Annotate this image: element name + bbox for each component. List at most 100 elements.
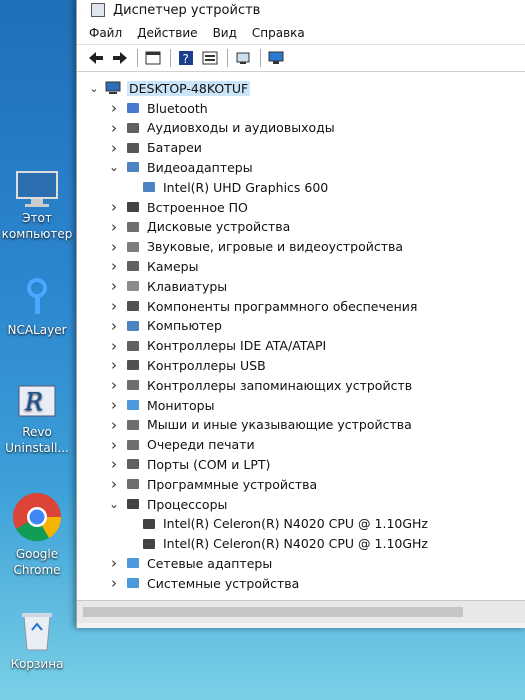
tree-item-label: Камеры [147,258,199,274]
chevron-down-icon[interactable]: ⌄ [107,497,121,511]
software-device-icon [125,477,141,491]
tree-item-label: Компоненты программного обеспечения [147,298,418,314]
desktop-icon-label: Корзина [10,657,64,671]
chevron-right-icon[interactable]: › [107,396,121,414]
tree-item-label: Звуковые, игровые и видеоустройства [147,239,404,255]
tree-category-item[interactable]: › Компоненты программного обеспечения [107,296,417,316]
tree-item-label: Очереди печати [147,437,255,453]
tree-category-item[interactable]: › Очереди печати [107,435,255,455]
usb-icon [125,358,141,372]
title-bar[interactable]: Диспетчер устройств [77,0,525,22]
desktop-icon-this-pc[interactable]: Этот компьютер [0,170,74,242]
chevron-right-icon[interactable]: › [107,356,121,374]
chevron-right-icon[interactable]: › [107,455,121,473]
chevron-right-icon[interactable]: › [107,317,121,335]
chevron-right-icon[interactable]: › [107,337,121,355]
tree-category-item[interactable]: › Контроллеры IDE ATA/ATAPI [107,336,326,356]
chevron-right-icon[interactable]: › [107,416,121,434]
ncalayer-icon [22,278,52,318]
back-button[interactable] [85,48,107,68]
disk-drive-icon [125,220,141,234]
menu-file[interactable]: Файл [89,26,122,40]
update-driver-button[interactable] [265,48,287,68]
monitor-icon [125,398,141,412]
chevron-right-icon[interactable]: › [107,436,121,454]
storage-controller-icon [125,378,141,392]
menu-action[interactable]: Действие [137,26,197,40]
tree-item-label: Системные устройства [147,575,300,591]
tree-category-item[interactable]: ⌄ Видеоадаптеры [107,157,253,177]
chevron-right-icon[interactable]: › [107,554,121,572]
scrollbar-thumb[interactable] [83,607,463,617]
menu-bar: Файл Действие Вид Справка [77,22,525,45]
tree-item-label: Процессоры [147,496,228,512]
tree-item-label: Порты (COM и LPT) [147,456,271,472]
tree-item-label: Батареи [147,140,202,156]
scan-hardware-button[interactable] [232,48,254,68]
desktop-icon-ncalayer[interactable]: NCALayer [0,278,74,338]
tree-category-item[interactable]: › Аудиовходы и аудиовыходы [107,118,335,138]
tree-category-item[interactable]: › Порты (COM и LPT) [107,454,270,474]
desktop-icon-chrome[interactable]: Google Chrome [0,492,74,578]
tree-item-label: Видеоадаптеры [147,159,253,175]
tree-device-item[interactable]: Intel(R) UHD Graphics 600 [137,177,328,197]
tree-device-item[interactable]: Intel(R) Celeron(R) N4020 CPU @ 1.10GHz [137,534,428,554]
menu-view[interactable]: Вид [213,26,237,40]
toolbar-divider [137,49,138,67]
toolbar-divider [227,49,228,67]
tree-category-item[interactable]: › Батареи [107,138,202,158]
chevron-down-icon[interactable]: ⌄ [107,160,121,174]
tree-item-label: Аудиовходы и аудиовыходы [147,120,335,136]
desktop-icon-recycle[interactable]: Корзина [0,608,74,672]
tree-category-item[interactable]: › Клавиатуры [107,276,227,296]
chevron-right-icon[interactable]: › [107,198,121,216]
tree-category-item[interactable]: › Системные устройства [107,573,299,593]
printer-icon [125,438,141,452]
tree-item-label: Мыши и иные указывающие устройства [147,417,412,433]
menu-help[interactable]: Справка [252,26,305,40]
chevron-right-icon[interactable]: › [107,238,121,256]
help-button[interactable]: ? [175,48,197,68]
tree-category-item[interactable]: › Дисковые устройства [107,217,290,237]
tree-item-label: Intel(R) UHD Graphics 600 [163,179,329,195]
tree-category-item[interactable]: › Контроллеры запоминающих устройств [107,375,412,395]
tree-root[interactable]: ⌄ DESKTOP-48KOTUF [87,78,251,98]
tree-category-item[interactable]: › Bluetooth [107,98,208,118]
chevron-right-icon[interactable]: › [107,297,121,315]
tree-item-label: Контроллеры IDE ATA/ATAPI [147,338,327,354]
tree-item-label: Контроллеры USB [147,357,266,373]
chevron-right-icon[interactable]: › [107,277,121,295]
properties-button[interactable] [199,48,221,68]
chevron-right-icon[interactable]: › [107,574,121,592]
horizontal-scrollbar[interactable] [77,600,525,623]
chevron-down-icon[interactable]: ⌄ [87,82,101,95]
tree-category-item[interactable]: › Сетевые адаптеры [107,553,272,573]
chevron-right-icon[interactable]: › [107,257,121,275]
desktop-icon-revo[interactable]: R Revo Uninstall... [0,380,74,456]
tree-category-item[interactable]: › Встроенное ПО [107,197,248,217]
ide-controller-icon [125,339,141,353]
chevron-right-icon[interactable]: › [107,376,121,394]
chevron-right-icon[interactable]: › [107,139,121,157]
chevron-right-icon[interactable]: › [107,218,121,236]
svg-text:R: R [24,388,43,416]
forward-button[interactable] [109,48,131,68]
tree-category-item[interactable]: › Контроллеры USB [107,355,266,375]
chevron-right-icon[interactable]: › [107,99,121,117]
tree-category-item[interactable]: ⌄ Процессоры [107,494,227,514]
show-hide-console-tree-button[interactable] [142,48,164,68]
chevron-right-icon[interactable]: › [107,475,121,493]
chevron-right-icon[interactable]: › [107,119,121,137]
toolbar: ? [77,45,525,72]
tree-category-item[interactable]: › Мониторы [107,395,214,415]
revo-uninstaller-icon: R [15,380,59,420]
tree-category-item[interactable]: › Звуковые, игровые и видеоустройства [107,237,403,257]
tree-device-item[interactable]: Intel(R) Celeron(R) N4020 CPU @ 1.10GHz [137,514,428,534]
svg-text:?: ? [183,52,189,66]
tree-category-item[interactable]: › Компьютер [107,316,222,336]
tree-item-label: Контроллеры запоминающих устройств [147,377,413,393]
tree-category-item[interactable]: › Камеры [107,256,198,276]
tree-category-item[interactable]: › Мыши и иные указывающие устройства [107,415,412,435]
tree-category-item[interactable]: › Программные устройства [107,474,317,494]
processor-icon [125,497,141,511]
